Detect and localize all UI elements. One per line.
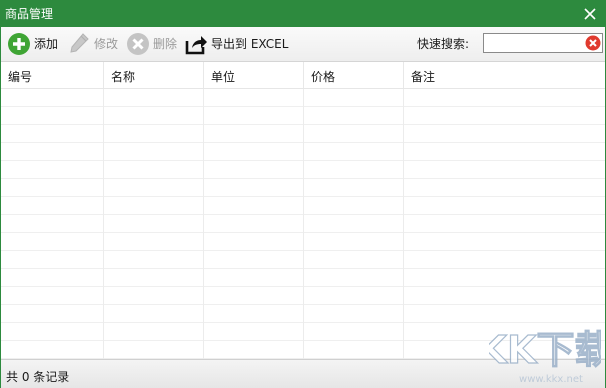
record-count: 共 0 条记录	[6, 370, 70, 384]
edit-label: 修改	[94, 37, 119, 51]
column-divider	[303, 89, 304, 359]
column-header-id[interactable]: 编号	[1, 62, 104, 88]
column-header-name[interactable]: 名称	[104, 62, 204, 88]
close-icon[interactable]	[581, 5, 599, 23]
grid-header: 编号 名称 单位 价格 备注	[1, 62, 605, 89]
window-title: 商品管理	[5, 7, 54, 21]
add-button[interactable]: 添加	[7, 31, 58, 57]
export-arrow-icon	[184, 32, 208, 56]
clear-search-icon[interactable]	[585, 35, 601, 51]
svg-text:KK下载: KK下载	[489, 328, 601, 372]
column-header-price[interactable]: 价格	[304, 62, 404, 88]
delete-button[interactable]: 删除	[126, 31, 177, 57]
main-window: 商品管理 添加 修改 删除 导出到 EXCEL 快速搜索: 编号 名称 单位 价…	[0, 0, 606, 388]
kkx-watermark-logo: KK下载 www.kkx.net	[489, 327, 601, 385]
delete-label: 删除	[153, 37, 178, 51]
column-header-unit[interactable]: 单位	[204, 62, 304, 88]
plus-circle-icon	[7, 32, 31, 56]
export-excel-button[interactable]: 导出到 EXCEL	[184, 31, 288, 57]
grid-body[interactable]	[1, 89, 605, 359]
column-divider	[203, 89, 204, 359]
product-grid[interactable]: 编号 名称 单位 价格 备注	[1, 62, 605, 359]
search-label: 快速搜索:	[417, 37, 470, 51]
edit-button[interactable]: 修改	[67, 31, 118, 57]
toolbar: 添加 修改 删除 导出到 EXCEL 快速搜索:	[1, 27, 605, 62]
delete-circle-icon	[126, 32, 150, 56]
search-input[interactable]	[486, 35, 582, 51]
export-label: 导出到 EXCEL	[211, 37, 289, 51]
title-bar[interactable]: 商品管理	[1, 1, 605, 27]
search-box[interactable]	[483, 33, 603, 53]
column-divider	[103, 89, 104, 359]
add-label: 添加	[34, 37, 59, 51]
pencil-icon	[67, 32, 91, 56]
svg-text:www.kkx.net: www.kkx.net	[519, 374, 583, 385]
column-divider	[403, 89, 404, 359]
column-header-notes[interactable]: 备注	[404, 62, 605, 88]
